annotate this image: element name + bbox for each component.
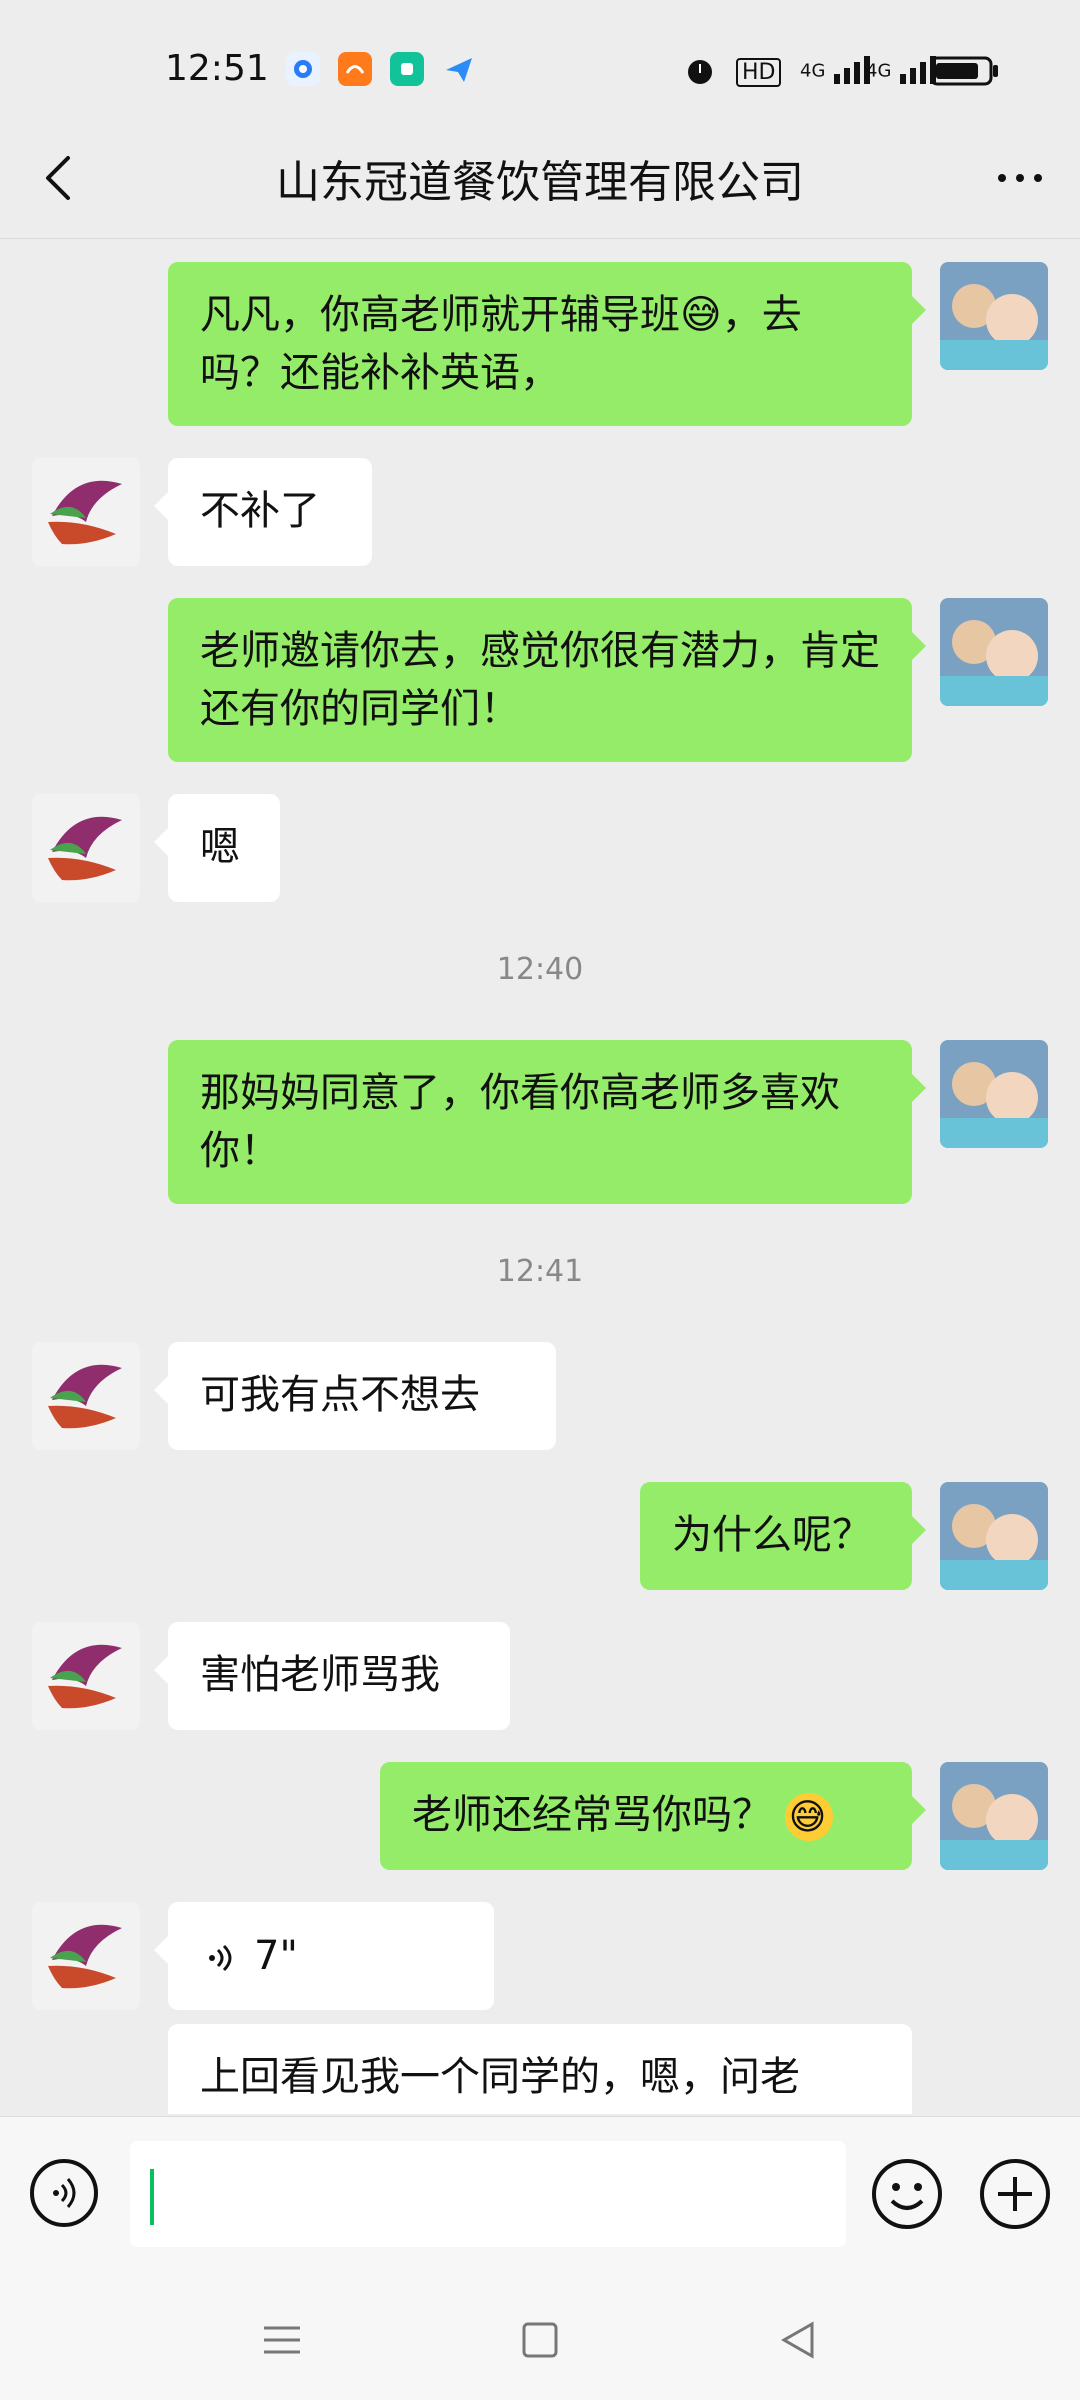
timestamp: 12:41 (496, 1254, 584, 1289)
message-text: 上回看见我一个同学的，嗯，问老 (200, 2054, 800, 2100)
voice-duration: 7" (254, 1933, 298, 1979)
message-input[interactable] (130, 2141, 846, 2247)
voice-message[interactable]: 7" (154, 1902, 494, 2010)
message-bubble[interactable]: 为什么呢？ (640, 1482, 926, 1590)
message-bubble[interactable]: 凡凡，你高老师就开辅导班😅，去吗？还能补补英语， (168, 262, 926, 426)
avatar-contact[interactable] (32, 1622, 140, 1730)
menu-icon[interactable] (252, 2310, 312, 2370)
status-time: 12:51 (165, 48, 269, 89)
chat-title: 山东冠道餐饮管理有限公司 (276, 157, 804, 208)
back-nav-icon[interactable] (768, 2310, 828, 2370)
avatar-contact[interactable] (32, 794, 140, 902)
emoji-icon[interactable] (870, 2157, 944, 2231)
message-text: 凡凡，你高老师就开辅导班😅，去吗？还能补补英语， (200, 292, 802, 396)
message-text: 老师还经常骂你吗？ (412, 1792, 772, 1838)
message-text: 不补了 (200, 488, 320, 534)
avatar-self[interactable] (940, 598, 1048, 706)
input-bar (0, 2116, 1080, 2283)
message-bubble[interactable]: 上回看见我一个同学的，嗯，问老 (168, 2024, 912, 2114)
timestamp: 12:40 (496, 952, 584, 987)
message-bubble[interactable]: 老师还经常骂你吗？ (380, 1762, 926, 1870)
message-bubble[interactable]: 不补了 (154, 458, 372, 566)
message-text: 害怕老师骂我 (200, 1652, 440, 1698)
more-icon[interactable] (990, 150, 1050, 206)
message-text: 老师邀请你去，感觉你很有潜力，肯定还有你的同学们！ (200, 628, 880, 732)
message-text: 那妈妈同意了，你看你高老师多喜欢你！ (200, 1070, 840, 1174)
avatar-contact[interactable] (32, 1902, 140, 2010)
message-bubble[interactable]: 可我有点不想去 (154, 1342, 556, 1450)
app-green-icon (390, 52, 424, 86)
avatar-self[interactable] (940, 1762, 1048, 1870)
chat-bubble-icon (286, 52, 320, 86)
message-bubble[interactable]: 老师邀请你去，感觉你很有潜力，肯定还有你的同学们！ (168, 598, 926, 762)
status-bar: 12:51 HD 4G 4G (0, 0, 1080, 140)
uc-browser-icon (338, 52, 372, 86)
signal-2: 4G (866, 52, 940, 86)
home-icon[interactable] (510, 2310, 570, 2370)
avatar-self[interactable] (940, 262, 1048, 370)
avatar-contact[interactable] (32, 458, 140, 566)
signal-1: 4G (800, 52, 874, 86)
avatar-self[interactable] (940, 1040, 1048, 1148)
message-text: 嗯 (200, 824, 240, 870)
hd-badge: HD (736, 56, 782, 87)
message-text: 为什么呢？ (672, 1512, 872, 1558)
text-caret (150, 2169, 154, 2225)
avatar-self[interactable] (940, 1482, 1048, 1590)
plus-icon[interactable] (978, 2157, 1052, 2231)
chat-header: 山东冠道餐饮管理有限公司 (0, 120, 1080, 239)
voice-input-icon[interactable] (28, 2157, 100, 2229)
alarm-icon (682, 52, 718, 95)
avatar-contact[interactable] (32, 1342, 140, 1450)
message-bubble[interactable]: 害怕老师骂我 (154, 1622, 510, 1730)
emoji-sweat-smile-icon (784, 1789, 833, 1847)
voice-icon (200, 1936, 240, 1976)
chat-area[interactable]: 凡凡，你高老师就开辅导班😅，去吗？还能补补英语， 不补了 老师邀请你去，感觉你很… (0, 240, 1080, 2114)
message-text: 可我有点不想去 (200, 1372, 480, 1418)
send-icon (442, 52, 476, 86)
message-bubble[interactable]: 嗯 (154, 794, 280, 902)
message-bubble[interactable]: 那妈妈同意了，你看你高老师多喜欢你！ (168, 1040, 926, 1204)
battery-icon (929, 56, 1000, 93)
system-navigation-bar (0, 2282, 1080, 2400)
